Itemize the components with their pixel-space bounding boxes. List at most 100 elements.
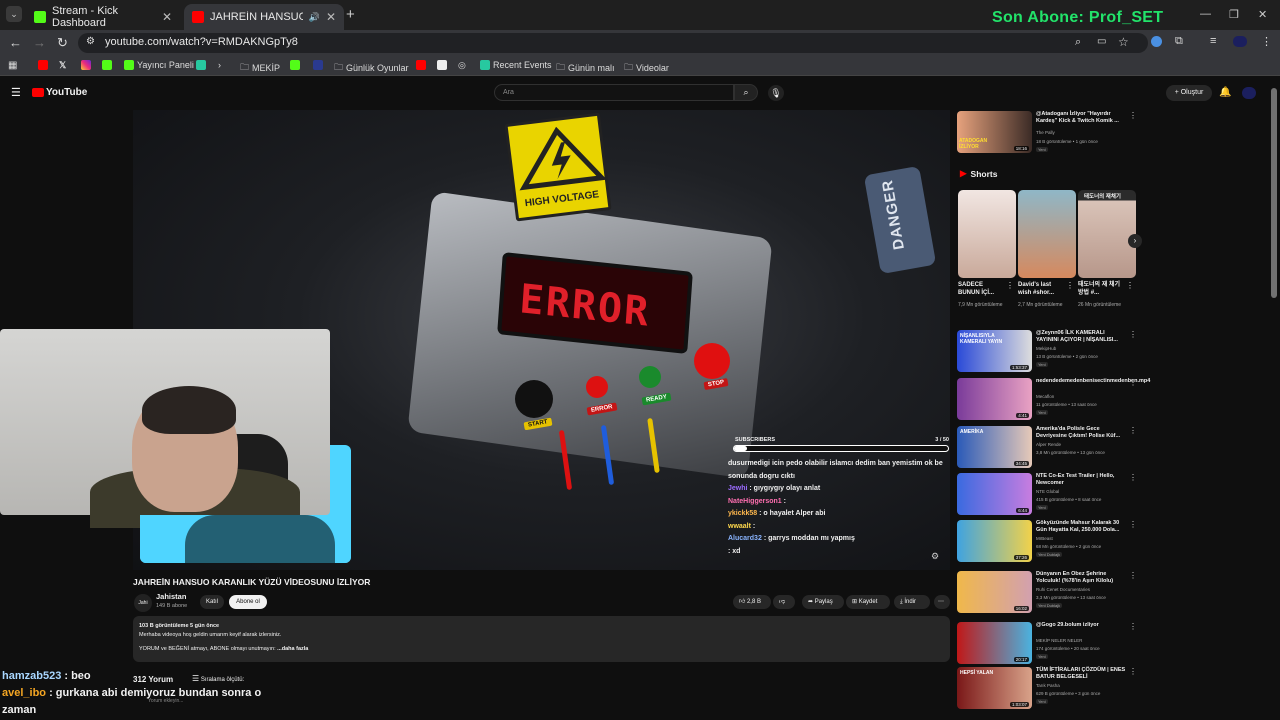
video-thumbnail[interactable]: AMERİKA 34:45 [957,426,1032,468]
short-title[interactable]: David's last wish #shor... [1018,281,1066,297]
channel-name[interactable]: Tarık Pasha [1036,683,1060,688]
video-title[interactable]: Dünyanın En Obez Şehrine Yolculuk! (%78'… [1036,571,1126,585]
bookmark-kick[interactable] [102,60,112,70]
more-options-icon[interactable]: ⋮ [1129,571,1137,580]
bookmark-gunluk-oyunlar[interactable]: 🗀 Günlük Oyunlar [334,60,409,76]
video-thumbnail[interactable]: 6:44 [957,473,1032,515]
video-thumbnail[interactable]: HEPSİ YALAN 1:03:07 [957,667,1032,709]
channel-name[interactable]: MrBeast [1036,536,1053,541]
bookmark-kick-2[interactable] [290,60,300,70]
channel-avatar[interactable]: Jahi [134,594,152,612]
show-more-link[interactable]: ...daha fazla [277,646,308,652]
more-options-icon[interactable]: ⋮ [1129,111,1137,120]
save-button[interactable]: ⊞ Kaydet [846,595,890,609]
new-tab-button[interactable]: + [346,6,360,24]
tab-kick-dashboard[interactable]: Stream - Kick Dashboard ✕ [26,4,180,30]
more-options-icon[interactable]: ⋮ [1129,330,1137,339]
video-thumbnail[interactable]: 16:02 [957,571,1032,613]
minimize-icon[interactable]: — [1200,8,1211,20]
notifications-bell-icon[interactable]: 🔔 [1219,87,1231,98]
search-button[interactable]: ⌕ [734,84,758,101]
bookmark-youtube[interactable] [38,60,48,70]
video-thumbnail[interactable]: 20:17 [957,622,1032,664]
recommended-video[interactable]: 37:26 Gökyüzünde Mahsur Kalarak 30 Gün Ha… [957,520,1137,564]
video-title[interactable]: @Zeynn06 İLK KAMERALI YAYININI AÇIYOR | … [1036,330,1126,344]
more-options-icon[interactable]: ⋮ [1129,426,1137,435]
channel-name[interactable]: Alper Rende [1036,442,1061,447]
short-thumbnail[interactable] [1018,190,1076,278]
video-title[interactable]: Gökyüzünde Mahsur Kalarak 30 Gün Hayatta… [1036,520,1126,534]
more-options-icon[interactable]: ⋮ [1129,520,1137,529]
short-title[interactable]: SADECE BUNUN İÇİ... [958,281,1006,297]
zoom-icon[interactable]: ⌕ [1075,36,1081,49]
recommended-video[interactable]: HEPSİ YALAN 1:03:07 TÜM İFTİRALARI ÇÖZDÜM … [957,667,1137,711]
bookmark-mekip[interactable]: 🗀 MEKİP [240,60,280,76]
speaker-icon[interactable]: 🔊 [309,12,320,23]
bookmark-x[interactable]: 𝕏 [59,60,66,71]
video-description[interactable]: 103 B görüntüleme 5 gün önce Merhaba vid… [133,616,950,662]
close-tab-icon[interactable]: ✕ [162,10,172,24]
recommended-video[interactable]: 4:41 nedendedemedenbenisectinmedenben.mp4… [957,378,1150,422]
share-button[interactable]: ➦ Paylaş [802,595,844,609]
close-tab-icon[interactable]: ✕ [326,10,336,24]
bookmark-app[interactable] [196,60,206,70]
video-title[interactable]: NTE Co-Ex Test Trailer | Hello, Newcomer [1036,473,1126,487]
site-info-icon[interactable]: ⚙ [86,36,95,47]
bookmark-globe[interactable]: ◎ [458,60,466,71]
short-more-icon[interactable]: ⋮ [1066,281,1074,290]
tab-search-button[interactable]: ⌄ [6,6,22,22]
more-actions-button[interactable]: ⋯ [934,595,950,609]
bookmark-instagram[interactable] [81,60,91,70]
bookmark-youtube-2[interactable] [416,60,426,70]
short-thumbnail[interactable]: 태도너의 재채기 [1078,190,1136,278]
dislike-button[interactable]: 👎︎ [773,595,795,609]
video-thumbnail[interactable]: ATADOGAN İZLİYOR 18:16 [957,111,1032,153]
short-more-icon[interactable]: ⋮ [1126,281,1134,290]
back-icon[interactable]: ← [9,35,22,50]
video-title[interactable]: @Atadoganı İzliyor "Hayırdır Kardeş" Kic… [1036,111,1126,125]
channel-name[interactable]: Ruhi Cenet Documentaries [1036,587,1090,592]
video-title[interactable]: @Gogo 29.bolum izliyor [1036,622,1126,629]
more-options-icon[interactable]: ⋮ [1129,622,1137,631]
extensions-puzzle-icon[interactable]: ⧉ [1175,35,1183,48]
bookmark-star-icon[interactable]: ☆ [1118,35,1129,49]
short-more-icon[interactable]: ⋮ [1006,281,1014,290]
more-options-icon[interactable]: ⋮ [1129,473,1137,482]
voice-search-button[interactable]: 🎙 [768,85,784,101]
short-thumbnail[interactable] [958,190,1016,278]
restore-icon[interactable]: ❐ [1229,8,1239,21]
bookmark-yayinci-paneli[interactable]: Yayıncı Paneli [124,60,194,70]
channel-name[interactable]: The Pally [1036,130,1055,135]
url-text[interactable]: youtube.com/watch?v=RMDAKNGpTy8 [105,36,298,48]
more-options-icon[interactable]: ⋮ [1129,667,1137,676]
youtube-logo[interactable]: YouTube [32,87,87,98]
recommended-video[interactable]: AMERİKA 34:45 Amerika'da Polisle Gece Devr… [957,426,1137,470]
bookmark-image[interactable] [437,60,447,70]
tab-youtube-video[interactable]: JAHREİN HANSUO KARANL 🔊 ✕ [184,4,344,30]
recommended-video[interactable]: ATADOGAN İZLİYOR 18:16 @Atadoganı İzliyo… [957,111,1137,155]
shorts-next-button[interactable]: › [1128,234,1142,248]
bookmark-videolar[interactable]: 🗀 Videolar [624,60,669,76]
extension-icon[interactable] [1151,36,1162,47]
channel-name[interactable]: Mecaflon [1036,394,1054,399]
channel-name[interactable]: NTE Global [1036,489,1059,494]
video-title[interactable]: Amerika'da Polisle Gece Devriyesine Çıkt… [1036,426,1126,440]
reload-icon[interactable]: ↻ [57,35,68,51]
download-button[interactable]: ⤓ İndir [894,595,930,609]
player-settings-icon[interactable]: ⚙ [931,551,939,562]
hamburger-menu-icon[interactable]: ☰ [11,86,21,99]
bookmark-recent-events[interactable]: Recent Events [480,60,552,70]
close-window-icon[interactable]: ✕ [1258,8,1267,21]
join-button[interactable]: Katıl [200,595,224,609]
menu-kebab-icon[interactable]: ⋮ [1261,35,1272,48]
install-icon[interactable]: ▭ [1097,36,1106,47]
video-title[interactable]: nedendedemedenbenisectinmedenben.mp4 [1036,378,1150,385]
video-title[interactable]: TÜM İFTİRALARI ÇÖZDÜM | ENES BATUR BELGE… [1036,667,1126,681]
reading-list-icon[interactable]: ≡ [1210,35,1216,47]
video-thumbnail[interactable]: 37:26 [957,520,1032,562]
recommended-video[interactable]: 20:17 @Gogo 29.bolum izliyor MEKİP NELER N… [957,622,1137,666]
video-thumbnail[interactable]: 4:41 [957,378,1032,420]
create-button[interactable]: + Oluştur [1166,85,1212,101]
channel-name[interactable]: MekipHub [1036,346,1056,351]
channel-name[interactable]: MEKİP NELER NELER [1036,638,1082,643]
